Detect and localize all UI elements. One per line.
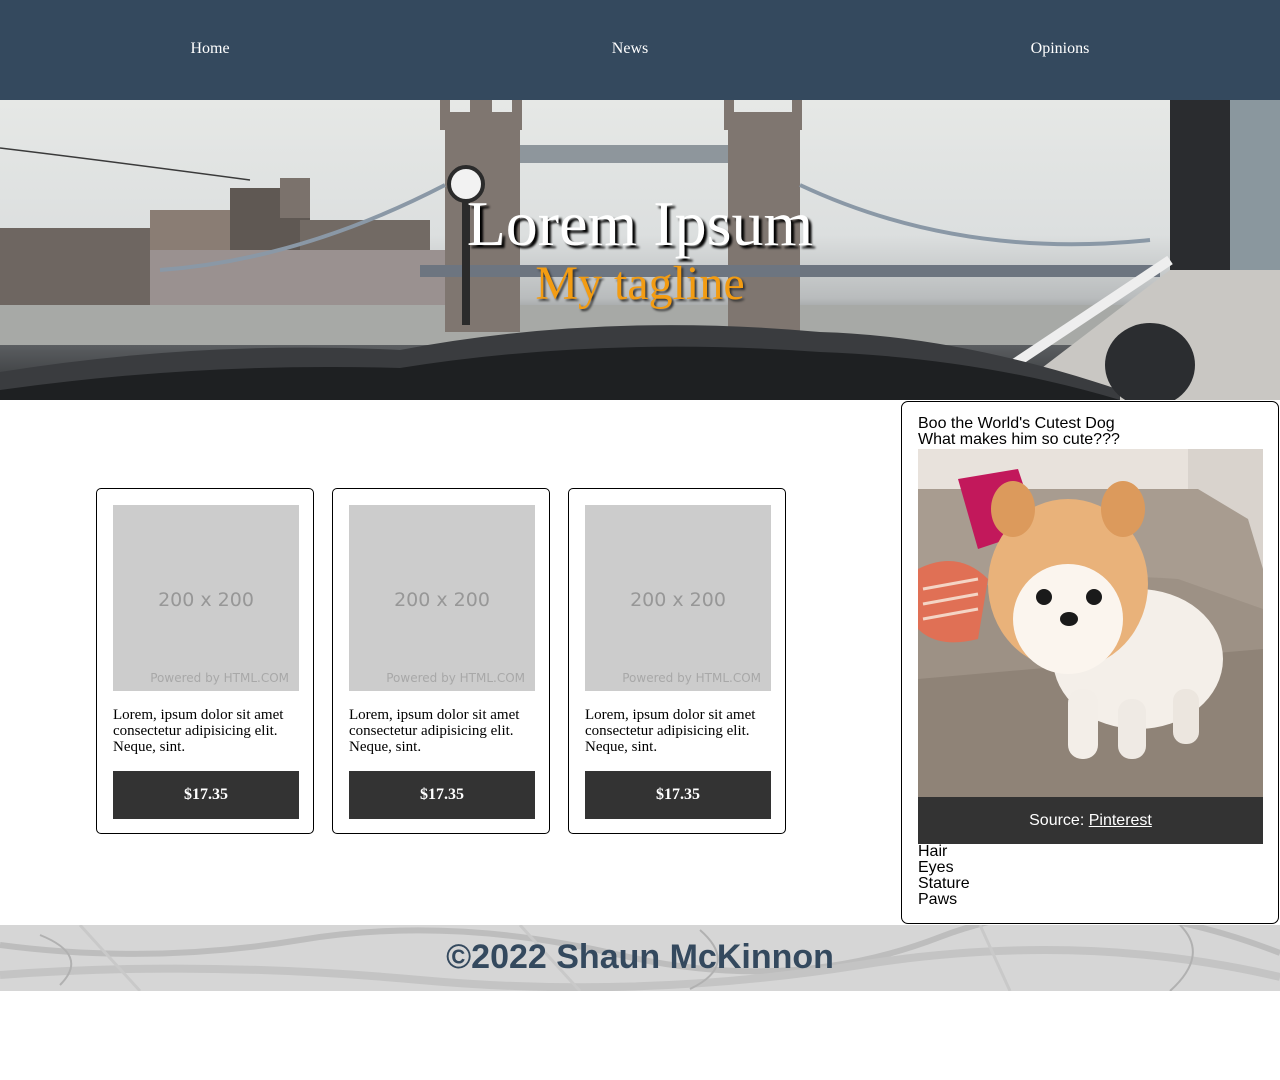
list-item: Hair: [918, 843, 948, 860]
sidebar-title: Boo the World's Cutest Dog: [918, 415, 1115, 432]
source-link[interactable]: Pinterest: [1089, 812, 1152, 829]
nav-link-news[interactable]: News: [612, 40, 648, 58]
product-description: Lorem, ipsum dolor sit amet consectetur …: [349, 707, 520, 755]
product-card: 200 x 200 Powered by HTML.COM Lorem, ips…: [568, 488, 786, 834]
product-card: 200 x 200 Powered by HTML.COM Lorem, ips…: [332, 488, 550, 834]
product-card: 200 x 200 Powered by HTML.COM Lorem, ips…: [96, 488, 314, 834]
placeholder-size-label: 200 x 200: [630, 589, 726, 611]
placeholder-credit: Powered by HTML.COM: [150, 671, 289, 685]
photo-caption: Source: Pinterest: [918, 797, 1263, 844]
nav-link-home[interactable]: Home: [190, 40, 229, 58]
traits-list: Hair Eyes Stature Paws: [918, 844, 970, 908]
caption-prefix: Source:: [1029, 812, 1085, 829]
footer: ©2022 Shaun McKinnon: [0, 925, 1280, 991]
product-description: Lorem, ipsum dolor sit amet consectetur …: [585, 707, 756, 755]
price-button[interactable]: $17.35: [585, 771, 771, 819]
footer-copyright: ©2022 Shaun McKinnon: [446, 938, 834, 976]
price-button[interactable]: $17.35: [349, 771, 535, 819]
placeholder-size-label: 200 x 200: [158, 589, 254, 611]
product-image-placeholder: 200 x 200 Powered by HTML.COM: [585, 505, 771, 691]
price-button[interactable]: $17.35: [113, 771, 299, 819]
list-item: Paws: [918, 891, 958, 908]
sidebar-feature: Boo the World's Cutest Dog What makes hi…: [901, 401, 1279, 924]
placeholder-credit: Powered by HTML.COM: [622, 671, 761, 685]
dog-photo: [918, 449, 1263, 797]
placeholder-credit: Powered by HTML.COM: [386, 671, 525, 685]
product-description: Lorem, ipsum dolor sit amet consectetur …: [113, 707, 284, 755]
list-item: Stature: [918, 875, 970, 892]
site-title: Lorem Ipsum: [466, 188, 814, 259]
sidebar-subtitle: What makes him so cute???: [918, 431, 1120, 448]
product-image-placeholder: 200 x 200 Powered by HTML.COM: [113, 505, 299, 691]
product-image-placeholder: 200 x 200 Powered by HTML.COM: [349, 505, 535, 691]
site-tagline: My tagline: [535, 257, 745, 310]
hero-banner: Lorem Ipsum My tagline: [0, 100, 1280, 400]
nav-link-opinions[interactable]: Opinions: [1031, 40, 1090, 58]
list-item: Eyes: [918, 859, 954, 876]
top-nav: Home News Opinions: [0, 0, 1280, 100]
placeholder-size-label: 200 x 200: [394, 589, 490, 611]
